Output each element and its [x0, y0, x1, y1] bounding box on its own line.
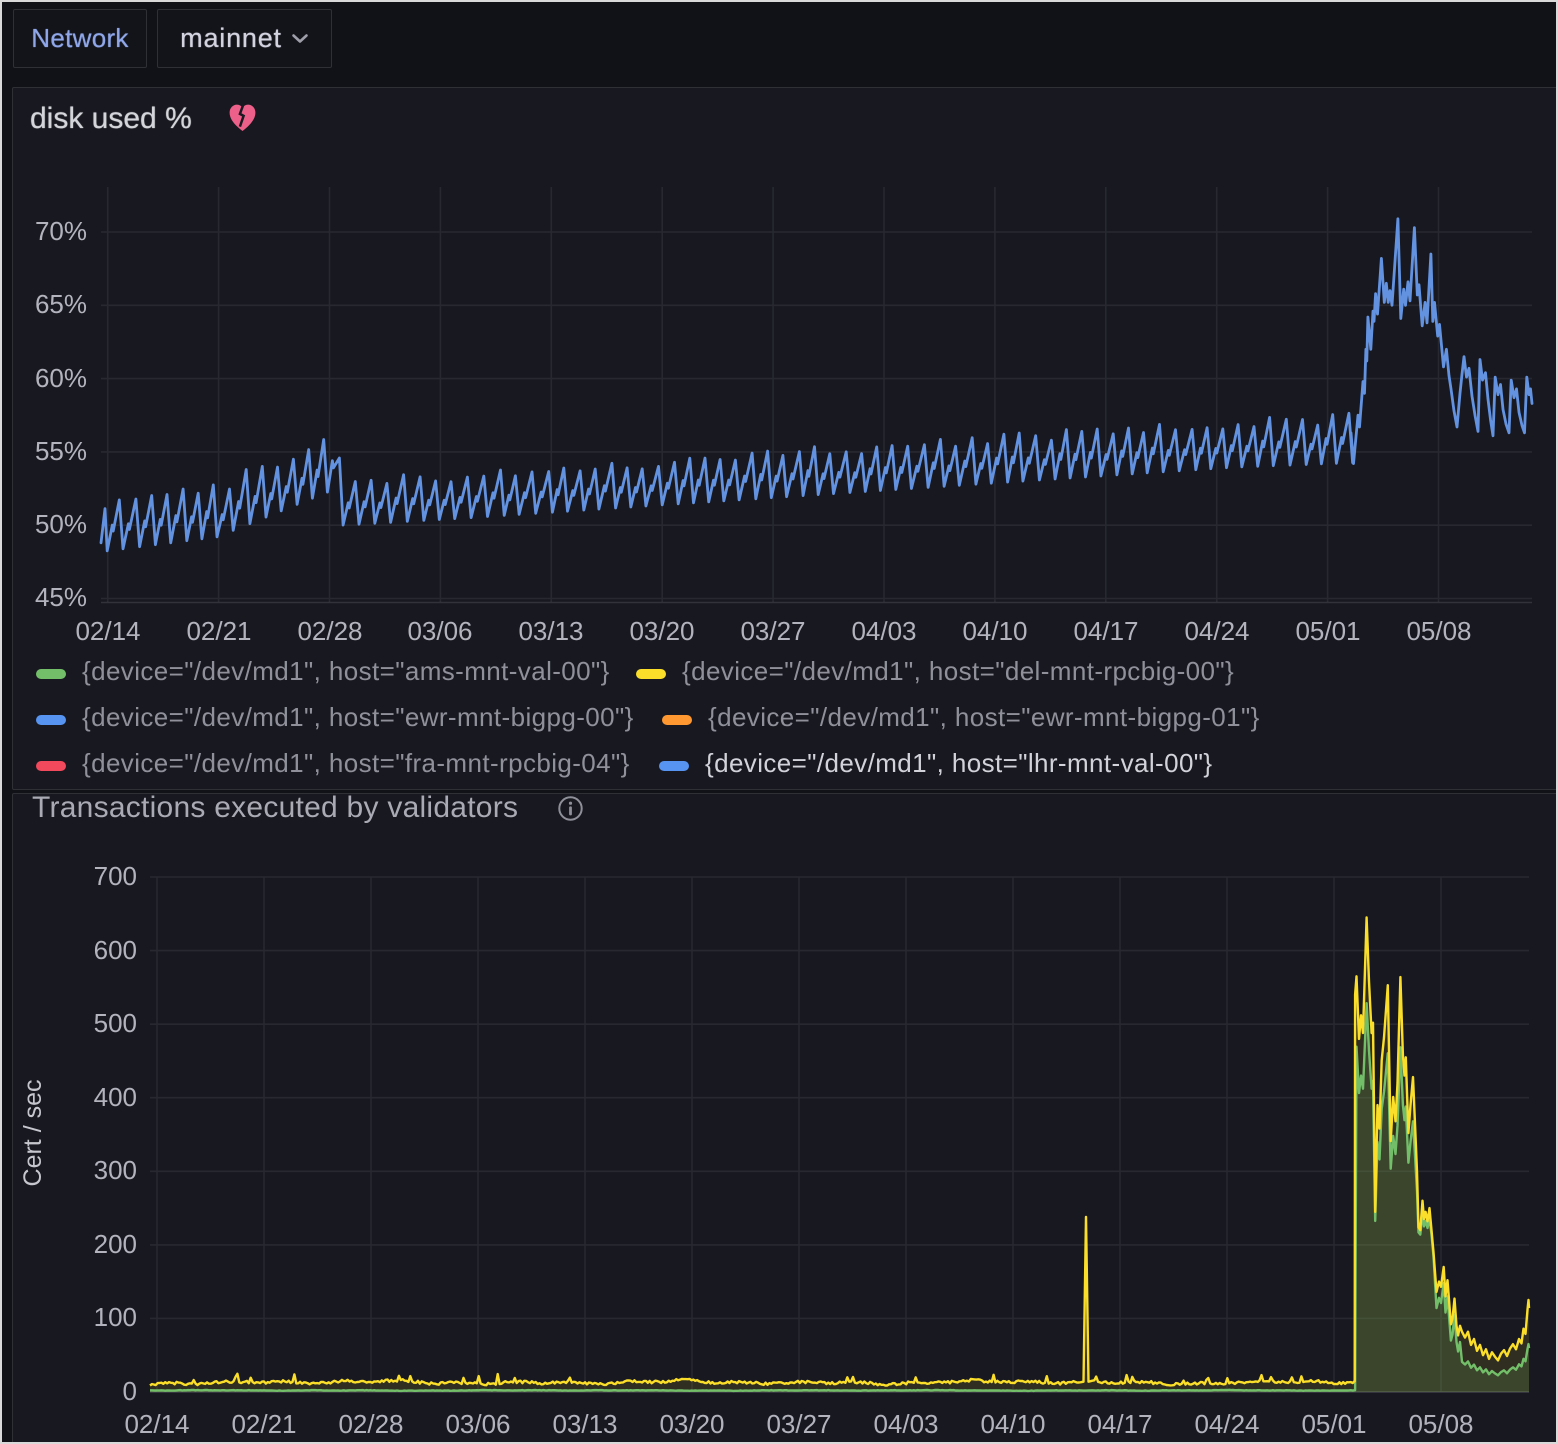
svg-text:05/01: 05/01	[1295, 616, 1360, 646]
svg-text:04/17: 04/17	[1087, 1409, 1152, 1439]
svg-text:600: 600	[94, 935, 137, 965]
svg-text:55%: 55%	[35, 436, 87, 466]
svg-text:05/01: 05/01	[1301, 1409, 1366, 1439]
svg-text:05/08: 05/08	[1408, 1409, 1473, 1439]
svg-text:03/13: 03/13	[552, 1409, 617, 1439]
svg-text:03/27: 03/27	[766, 1409, 831, 1439]
svg-text:04/10: 04/10	[962, 616, 1027, 646]
svg-text:03/20: 03/20	[629, 616, 694, 646]
svg-text:04/10: 04/10	[980, 1409, 1045, 1439]
svg-text:04/24: 04/24	[1184, 616, 1249, 646]
svg-text:05/08: 05/08	[1406, 616, 1471, 646]
svg-text:04/03: 04/03	[873, 1409, 938, 1439]
svg-text:0: 0	[123, 1376, 137, 1406]
svg-text:02/21: 02/21	[231, 1409, 296, 1439]
svg-text:400: 400	[94, 1082, 137, 1112]
svg-text:02/28: 02/28	[297, 616, 362, 646]
svg-text:03/27: 03/27	[740, 616, 805, 646]
svg-text:04/24: 04/24	[1194, 1409, 1259, 1439]
svg-text:50%: 50%	[35, 509, 87, 539]
svg-text:04/03: 04/03	[851, 616, 916, 646]
svg-text:02/14: 02/14	[124, 1409, 189, 1439]
svg-text:03/20: 03/20	[659, 1409, 724, 1439]
svg-text:65%: 65%	[35, 289, 87, 319]
svg-text:70%: 70%	[35, 216, 87, 246]
svg-text:500: 500	[94, 1008, 137, 1038]
svg-text:03/06: 03/06	[407, 616, 472, 646]
svg-text:03/13: 03/13	[518, 616, 583, 646]
svg-text:02/28: 02/28	[338, 1409, 403, 1439]
svg-text:04/17: 04/17	[1073, 616, 1138, 646]
svg-text:45%: 45%	[35, 582, 87, 612]
svg-text:02/14: 02/14	[75, 616, 140, 646]
svg-text:300: 300	[94, 1155, 137, 1185]
svg-text:200: 200	[94, 1229, 137, 1259]
svg-text:100: 100	[94, 1302, 137, 1332]
svg-text:02/21: 02/21	[186, 616, 251, 646]
svg-text:Cert / sec: Cert / sec	[19, 1080, 47, 1187]
svg-text:03/06: 03/06	[445, 1409, 510, 1439]
svg-text:700: 700	[94, 861, 137, 891]
svg-text:60%: 60%	[35, 363, 87, 393]
